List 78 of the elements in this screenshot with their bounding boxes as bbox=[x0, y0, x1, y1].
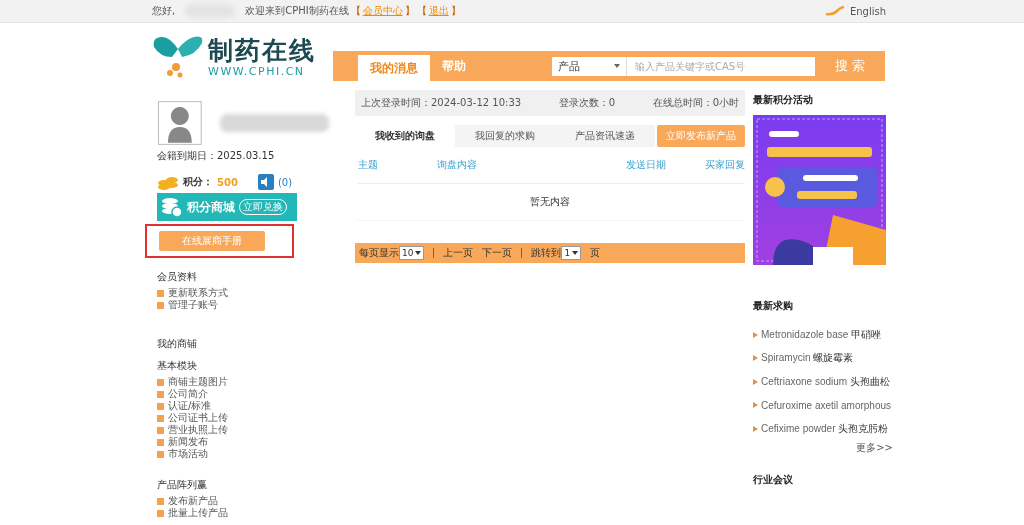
logo-name: 制药在线 bbox=[208, 36, 316, 65]
column-header: 买家回复 bbox=[705, 158, 745, 172]
logo-icon bbox=[152, 35, 204, 79]
points-value: 500 bbox=[217, 176, 238, 188]
purchase-link[interactable]: Metronidazole base 甲硝唑 bbox=[761, 327, 882, 342]
welcome-text: 欢迎来到CPHI制药在线 bbox=[245, 4, 349, 18]
pager-label: 每页显示 bbox=[359, 246, 399, 260]
sidebar-link[interactable]: 公司简介 bbox=[168, 387, 208, 401]
purchase-link[interactable]: Cefuroxime axetil amorphous bbox=[761, 399, 892, 411]
stat-text: 在线总时间：0小时 bbox=[652, 96, 739, 110]
sidebar-link[interactable]: 市场活动 bbox=[168, 447, 208, 461]
bullet-icon bbox=[157, 414, 164, 422]
bullet-icon bbox=[157, 390, 164, 398]
search-field[interactable]: 输入产品关键字或CAS号 bbox=[627, 56, 815, 76]
arrow-icon bbox=[753, 425, 758, 432]
bullet-icon bbox=[157, 402, 164, 410]
bullet-icon bbox=[157, 438, 164, 446]
arrow-icon bbox=[753, 378, 758, 385]
section-title: 基本模块 bbox=[157, 359, 198, 373]
section-title: 产品阵列赢 bbox=[157, 478, 208, 492]
prev-page-link[interactable]: 上一页 bbox=[443, 246, 474, 260]
column-header: 询盘内容 bbox=[436, 158, 478, 172]
purchase-link[interactable]: Ceftriaxone sodium 头孢曲松 bbox=[761, 374, 891, 389]
points-label: 积分： bbox=[183, 175, 213, 189]
section-title: 我的商铺 bbox=[157, 337, 198, 351]
sidebar-link[interactable]: 更新联系方式 bbox=[168, 286, 228, 300]
mall-title: 积分商城 bbox=[187, 198, 235, 216]
bracket-text: 【 bbox=[416, 4, 427, 18]
pager-label: 页 bbox=[590, 246, 601, 260]
inbox-tab[interactable]: 产品资讯速递 bbox=[555, 125, 655, 147]
section-title: 会员资料 bbox=[157, 270, 198, 284]
pager-label: 跳转到 bbox=[531, 246, 562, 260]
expiry-text: 会籍到期日：2025.03.15 bbox=[157, 149, 276, 163]
category-select[interactable]: 产品 bbox=[552, 56, 627, 76]
logo-url: WWW.CPHI.CN bbox=[208, 64, 306, 78]
per-page-select[interactable]: 10 bbox=[399, 246, 425, 260]
more-link[interactable]: 更多>> bbox=[856, 441, 893, 453]
sidebar-link[interactable]: 公司证书上传 bbox=[168, 411, 228, 425]
bullet-icon bbox=[157, 289, 164, 297]
bullet-icon bbox=[157, 497, 164, 505]
stat-text: 登录次数：0 bbox=[558, 96, 616, 110]
speaker-icon bbox=[257, 174, 274, 190]
empty-text: 暂无内容 bbox=[530, 196, 570, 207]
coin-stack-icon bbox=[161, 196, 183, 218]
stat-text: 上次登录时间：2024-03-12 10:33 bbox=[361, 96, 522, 110]
sidebar-link[interactable]: 新闻发布 bbox=[168, 435, 208, 449]
next-page-link[interactable]: 下一页 bbox=[482, 246, 513, 260]
column-header: 主题 bbox=[358, 158, 379, 172]
greeting-text: 您好, bbox=[152, 4, 176, 18]
inbox-tab[interactable]: 我回复的求购 bbox=[455, 125, 555, 147]
bullet-icon bbox=[157, 378, 164, 386]
section-title: 最新积分活动 bbox=[753, 93, 814, 107]
bracket-text: 】 bbox=[450, 4, 461, 18]
page-select[interactable]: 1 bbox=[561, 246, 582, 260]
sidebar-link[interactable]: 批量上传产品 bbox=[168, 506, 228, 520]
bracket-text: 【 bbox=[350, 4, 361, 18]
bracket-text: 】 bbox=[404, 4, 415, 18]
purchase-link[interactable]: Cefixime powder 头孢克肟粉 bbox=[761, 421, 889, 436]
purchase-link[interactable]: Spiramycin 螺旋霉素 bbox=[761, 351, 854, 366]
swoosh-icon bbox=[824, 6, 845, 16]
bullet-icon bbox=[157, 509, 164, 517]
section-title: 最新求购 bbox=[753, 299, 794, 313]
sidebar-link[interactable]: 管理子账号 bbox=[168, 298, 218, 312]
sidebar-link[interactable]: 营业执照上传 bbox=[168, 423, 228, 437]
message-count[interactable]: (0) bbox=[277, 176, 293, 188]
section-title: 行业会议 bbox=[753, 472, 794, 487]
arrow-icon bbox=[753, 355, 758, 362]
avatar-icon bbox=[158, 101, 202, 145]
language-link[interactable]: English bbox=[849, 5, 886, 17]
bullet-icon bbox=[157, 450, 164, 458]
sidebar-link[interactable]: 商铺主题图片 bbox=[168, 375, 228, 389]
bullet-icon bbox=[157, 301, 164, 309]
sidebar-link[interactable]: 认证/标准 bbox=[168, 399, 212, 413]
arrow-icon bbox=[753, 331, 758, 338]
bullet-icon bbox=[157, 426, 164, 434]
sidebar-link[interactable]: 发布新产品 bbox=[168, 494, 218, 508]
arrow-icon bbox=[753, 402, 758, 409]
column-header: 发送日期 bbox=[626, 158, 668, 172]
